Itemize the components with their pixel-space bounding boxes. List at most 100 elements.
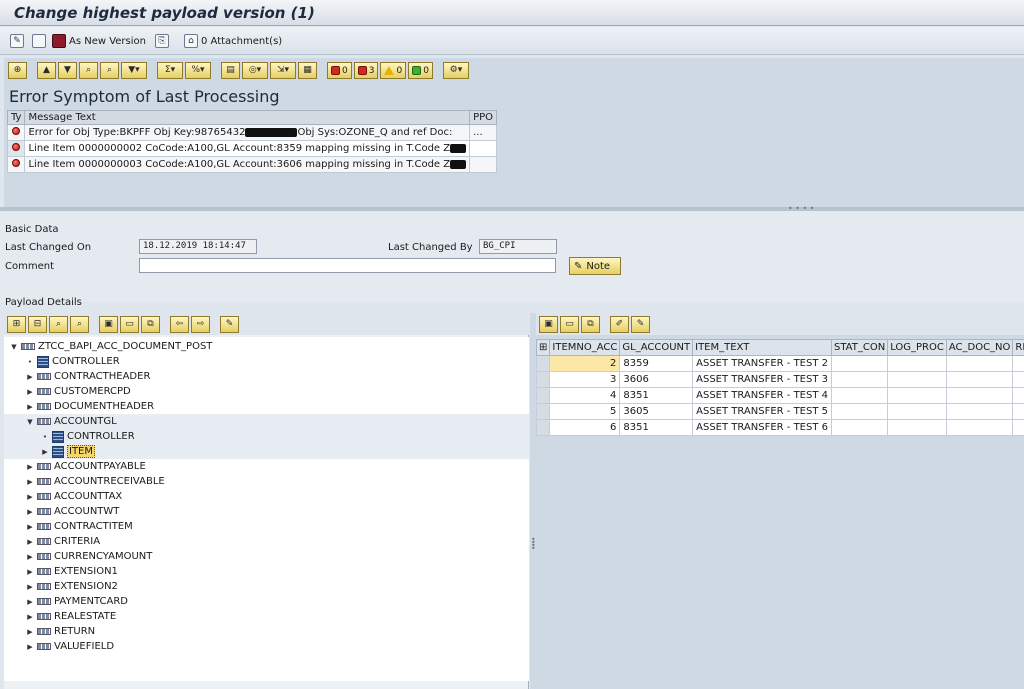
- empty-cell[interactable]: [830, 387, 889, 404]
- tree-node[interactable]: ▶ CUSTOMERCPD: [26, 384, 130, 399]
- col-header[interactable]: REF_K: [1012, 339, 1024, 356]
- tree-node[interactable]: ▼ ACCOUNTGL: [4, 414, 529, 429]
- error-row[interactable]: Line Item 0000000003 CoCode:A100,GL Acco…: [6, 156, 498, 173]
- empty-cell[interactable]: [887, 403, 947, 420]
- sort-ascending-button[interactable]: ▲: [37, 62, 56, 79]
- row-selector[interactable]: [535, 355, 551, 372]
- empty-cell[interactable]: [887, 419, 947, 436]
- success-count-button[interactable]: 0: [408, 62, 433, 79]
- item-text-cell[interactable]: ASSET TRANSFER - TEST 6: [692, 419, 832, 436]
- table-row[interactable]: 3 3606 ASSET TRANSFER - TEST 3: [535, 371, 1024, 388]
- table-row[interactable]: 5 3605 ASSET TRANSFER - TEST 5: [535, 403, 1024, 420]
- tree-node[interactable]: ▶ DOCUMENTHEADER: [26, 399, 154, 414]
- col-header[interactable]: ITEMNO_ACC: [549, 339, 621, 356]
- empty-cell[interactable]: [830, 355, 889, 372]
- row-selector[interactable]: [535, 419, 551, 436]
- empty-cell[interactable]: [1012, 355, 1024, 372]
- row-selector[interactable]: [535, 387, 551, 404]
- tree-node[interactable]: ▶ CRITERIA: [26, 534, 100, 549]
- find-next-button[interactable]: ⌕: [100, 62, 119, 79]
- tree-node[interactable]: ▶ ACCOUNTPAYABLE: [26, 459, 146, 474]
- edit-button[interactable]: ✎: [220, 316, 239, 333]
- details-button[interactable]: ⊕: [8, 62, 27, 79]
- row-selector[interactable]: [535, 403, 551, 420]
- item-text-cell[interactable]: ASSET TRANSFER - TEST 4: [692, 387, 832, 404]
- gl-account-cell[interactable]: 3606: [619, 371, 694, 388]
- itemno-cell[interactable]: 4: [549, 387, 621, 404]
- tree-node[interactable]: ▶ EXTENSION1: [26, 564, 118, 579]
- empty-cell[interactable]: [887, 355, 947, 372]
- itemno-cell[interactable]: 5: [549, 403, 621, 420]
- empty-cell[interactable]: [1012, 403, 1024, 420]
- empty-cell[interactable]: [1012, 387, 1024, 404]
- expand-all-button[interactable]: ⊞: [7, 316, 26, 333]
- table-row[interactable]: 6 8351 ASSET TRANSFER - TEST 6: [535, 419, 1024, 436]
- empty-cell[interactable]: [887, 387, 947, 404]
- as-new-version-button[interactable]: As New Version: [52, 33, 146, 49]
- tree-node[interactable]: ▶ CURRENCYAMOUNT: [26, 549, 152, 564]
- col-header[interactable]: LOG_PROC: [887, 339, 947, 356]
- tree-node[interactable]: ▶ REALESTATE: [26, 609, 116, 624]
- tree-node[interactable]: ▶ VALUEFIELD: [26, 639, 114, 654]
- empty-cell[interactable]: [887, 371, 947, 388]
- empty-cell[interactable]: [945, 403, 1014, 420]
- col-header[interactable]: STAT_CON: [830, 339, 889, 356]
- views-button[interactable]: ◎▾: [242, 62, 268, 79]
- error-row[interactable]: Line Item 0000000002 CoCode:A100,GL Acco…: [6, 140, 498, 157]
- comment-input[interactable]: [139, 258, 556, 273]
- itemno-cell[interactable]: 3: [549, 371, 621, 388]
- tree-node[interactable]: ▶ CONTRACTHEADER: [26, 369, 150, 384]
- select-all-cell[interactable]: ⊞: [535, 339, 551, 356]
- tree-node[interactable]: ▶ ACCOUNTRECEIVABLE: [26, 474, 164, 489]
- table-row[interactable]: 4 8351 ASSET TRANSFER - TEST 4: [535, 387, 1024, 404]
- error-row[interactable]: Error for Obj Type:BKPFF Obj Key:9876543…: [6, 124, 498, 141]
- tree-node[interactable]: ▶ RETURN: [26, 624, 95, 639]
- row-selector[interactable]: [535, 371, 551, 388]
- back-arrow-button[interactable]: ⇦: [170, 316, 189, 333]
- layout-button[interactable]: ▦: [298, 62, 317, 79]
- copy-row-button[interactable]: ⧉: [581, 316, 600, 333]
- tree-node[interactable]: • CONTROLLER: [26, 354, 120, 369]
- delete-row-button[interactable]: ▭: [560, 316, 579, 333]
- find-next-button[interactable]: ⌕: [70, 316, 89, 333]
- copy-button[interactable]: ⧉: [141, 316, 160, 333]
- empty-cell[interactable]: [830, 403, 889, 420]
- col-ty[interactable]: Ty: [6, 110, 26, 125]
- find-button[interactable]: ⌕: [79, 62, 98, 79]
- forward-arrow-button[interactable]: ⇨: [191, 316, 210, 333]
- services-button[interactable]: ⎘: [155, 33, 169, 49]
- itemno-cell[interactable]: 2: [549, 355, 621, 372]
- horizontal-splitter[interactable]: • • • •: [0, 205, 1024, 213]
- col-header[interactable]: AC_DOC_NO: [945, 339, 1014, 356]
- empty-cell[interactable]: [830, 419, 889, 436]
- stop-count-button[interactable]: 0: [327, 62, 352, 79]
- col-header[interactable]: ITEM_TEXT: [692, 339, 832, 356]
- item-text-cell[interactable]: ASSET TRANSFER - TEST 2: [692, 355, 832, 372]
- filter-button[interactable]: ▼▾: [121, 62, 147, 79]
- export-button[interactable]: ⇲▾: [270, 62, 296, 79]
- gl-account-cell[interactable]: 8351: [619, 387, 694, 404]
- empty-cell[interactable]: [945, 387, 1014, 404]
- tree-node[interactable]: ▶ CONTRACTITEM: [26, 519, 132, 534]
- col-message-text[interactable]: Message Text: [24, 110, 471, 125]
- tree-node[interactable]: • CONTROLLER: [4, 429, 529, 444]
- empty-cell[interactable]: [945, 355, 1014, 372]
- print-button[interactable]: ▤: [221, 62, 240, 79]
- tree-node[interactable]: ▶ PAYMENTCARD: [26, 594, 128, 609]
- empty-cell[interactable]: [945, 371, 1014, 388]
- find-button[interactable]: ⌕: [49, 316, 68, 333]
- tree-node[interactable]: ▶ ACCOUNTTAX: [26, 489, 122, 504]
- gl-account-cell[interactable]: 8351: [619, 419, 694, 436]
- gl-account-cell[interactable]: 3605: [619, 403, 694, 420]
- collapse-all-button[interactable]: ⊟: [28, 316, 47, 333]
- tree-node[interactable]: ▶ EXTENSION2: [26, 579, 118, 594]
- empty-cell[interactable]: [1012, 419, 1024, 436]
- edit-button[interactable]: ✎: [631, 316, 650, 333]
- note-button[interactable]: ✎ Note: [569, 257, 621, 275]
- attachments-button[interactable]: ⌂ 0 Attachment(s): [184, 33, 282, 49]
- itemno-cell[interactable]: 6: [549, 419, 621, 436]
- tree-node[interactable]: ▶ ACCOUNTWT: [26, 504, 119, 519]
- new-document-button[interactable]: [32, 33, 46, 49]
- application-log-button[interactable]: ⚙▾: [442, 62, 469, 79]
- display-change-button[interactable]: ✎: [10, 33, 24, 49]
